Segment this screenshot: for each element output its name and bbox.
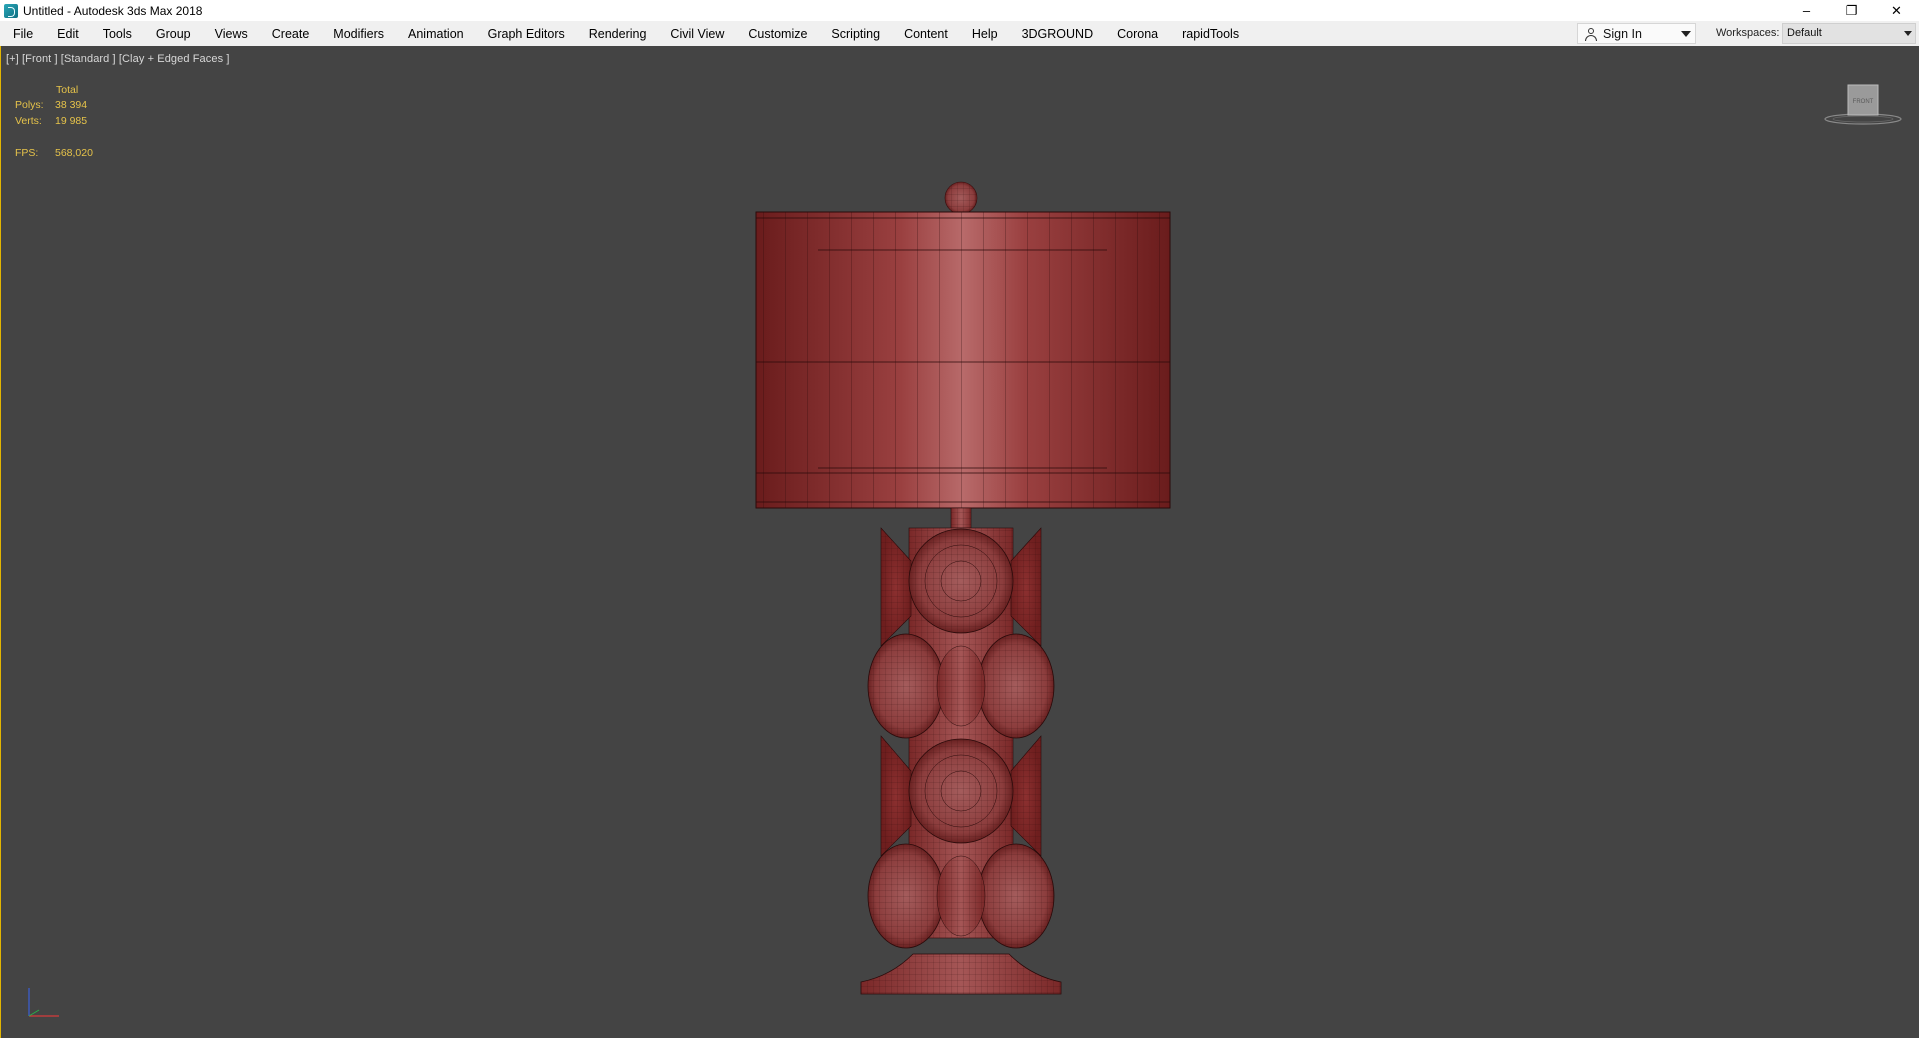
user-icon [1584,27,1598,41]
viewcube-front-label: FRONT [1853,99,1874,105]
workspace-select[interactable]: Default [1782,23,1916,44]
sign-in-label: Sign In [1603,26,1642,41]
viewcube[interactable]: FRONT [1823,83,1903,133]
menu-tools[interactable]: Tools [91,27,144,41]
tier2-discs[interactable] [867,633,1055,739]
y-axis [28,1009,40,1017]
menu-graph-editors[interactable]: Graph Editors [476,27,577,41]
menu-customize[interactable]: Customize [736,27,819,41]
title-bar: Untitled - Autodesk 3ds Max 2018 – ❐ ✕ [0,0,1919,21]
stats-header: Total [56,84,79,96]
minimize-button[interactable]: – [1784,0,1829,21]
polys-value: 38 394 [55,99,88,111]
verts-label: Verts: [15,115,42,127]
menu-corona[interactable]: Corona [1105,27,1170,41]
menu-rendering[interactable]: Rendering [577,27,659,41]
menu-modifiers[interactable]: Modifiers [321,27,396,41]
close-button[interactable]: ✕ [1874,0,1919,21]
menu-animation[interactable]: Animation [396,27,476,41]
window-title: Untitled - Autodesk 3ds Max 2018 [23,3,203,18]
axis-tripod [28,988,59,1017]
viewcube-compass-inner [1832,115,1894,123]
chevron-down-icon [1681,31,1691,37]
menu-group[interactable]: Group [144,27,203,41]
menu-3dground[interactable]: 3DGROUND [1010,27,1106,41]
menu-edit[interactable]: Edit [45,27,91,41]
tier3-front-disc[interactable] [908,738,1014,844]
chevron-down-icon [1904,31,1912,36]
sign-in-dropdown[interactable]: Sign In [1577,23,1696,44]
fps-label: FPS: [15,147,39,159]
window-controls: – ❐ ✕ [1784,0,1919,21]
tier1-front-disc[interactable] [908,528,1014,634]
menu-civil-view[interactable]: Civil View [658,27,736,41]
viewport-label-menu[interactable]: [+] [Front ] [Standard ] [Clay + Edged F… [6,53,230,65]
menu-create[interactable]: Create [260,27,322,41]
lamp-shade[interactable] [755,211,1171,509]
menu-help[interactable]: Help [960,27,1010,41]
fps-value: 568,020 [55,147,93,159]
3ds-max-app-icon[interactable] [4,3,18,18]
menu-file[interactable]: File [0,27,45,41]
finial[interactable] [944,181,978,215]
verts-value: 19 985 [55,115,88,127]
lamp-base[interactable] [860,953,1062,995]
lamp-neck[interactable] [950,507,972,529]
front-viewport[interactable]: [+] [Front ] [Standard ] [Clay + Edged F… [0,46,1919,1038]
menu-rapidtools[interactable]: rapidTools [1170,27,1251,41]
polys-label: Polys: [15,99,44,111]
restore-button[interactable]: ❐ [1829,0,1874,21]
menu-views[interactable]: Views [203,27,260,41]
menu-content[interactable]: Content [892,27,960,41]
menu-scripting[interactable]: Scripting [819,27,892,41]
workspace-value: Default [1787,27,1822,39]
workspaces-label: Workspaces: [1716,27,1780,39]
lamp-model[interactable] [741,176,1181,996]
tier4-discs[interactable] [867,843,1055,949]
menu-bar: File Edit Tools Group Views Create Modif… [0,21,1919,47]
